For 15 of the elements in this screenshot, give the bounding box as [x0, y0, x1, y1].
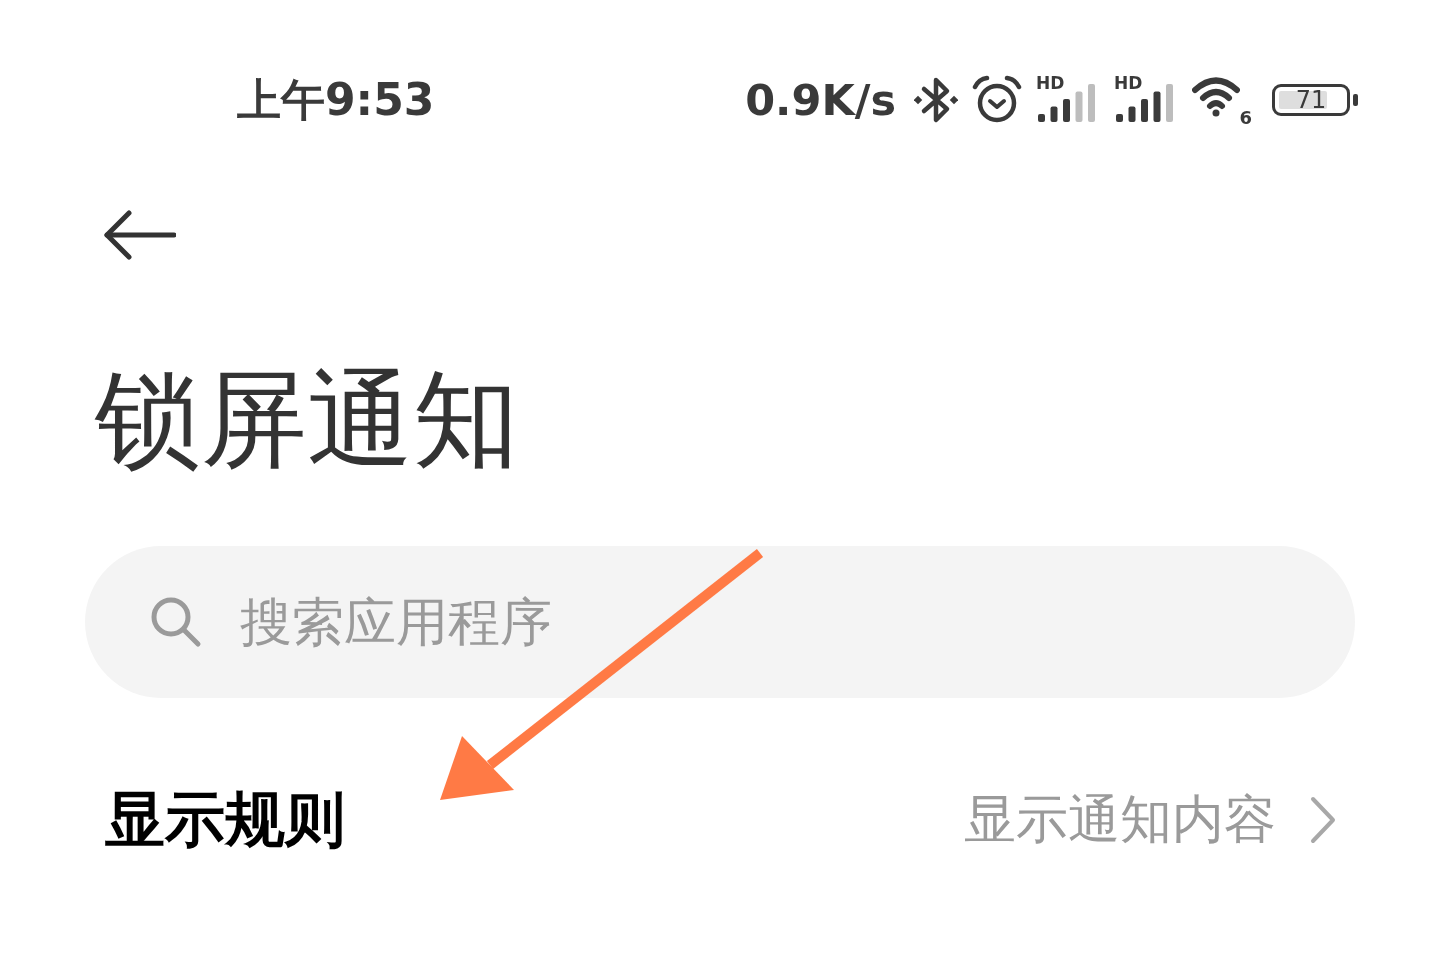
back-button[interactable]: [103, 210, 176, 260]
setting-value-link[interactable]: 显示通知内容: [964, 785, 1336, 855]
setting-label: 显示规则: [105, 782, 345, 856]
wifi-standard-label: 6: [1239, 109, 1252, 127]
network-speed: 0.9K/s: [745, 75, 896, 125]
alarm-clock-icon: [972, 75, 1022, 125]
hd-label: HD: [1114, 74, 1143, 92]
search-field[interactable]: 搜索应用程序: [85, 546, 1355, 698]
hd-label: HD: [1036, 74, 1065, 92]
search-icon: [150, 596, 202, 648]
wifi-icon: [1192, 77, 1240, 117]
chevron-right-icon: [1310, 796, 1336, 844]
battery-percent: 71: [1295, 88, 1327, 112]
page-title: 锁屏通知: [95, 365, 519, 475]
clock-time: 上午9:53: [237, 72, 435, 127]
